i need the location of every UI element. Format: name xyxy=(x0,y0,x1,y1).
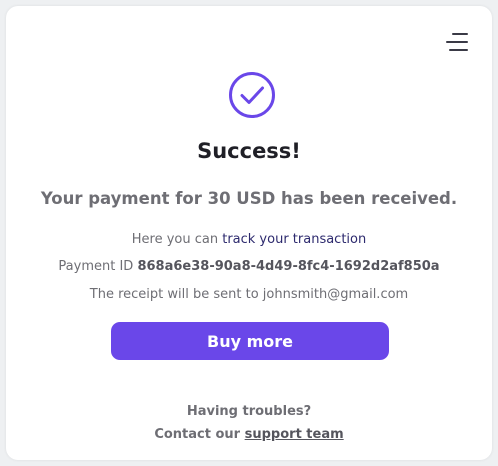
payment-id-value: 868a6e38-90a8-4d49-8fc4-1692d2af850a xyxy=(137,259,440,274)
having-troubles-text: Having troubles? xyxy=(186,404,312,419)
check-circle-icon xyxy=(229,72,275,118)
contact-prefix-text: Contact our xyxy=(154,427,245,442)
contact-support-line: Contact our support team xyxy=(6,427,492,442)
track-prefix-text: Here you can xyxy=(131,232,223,247)
support-team-link[interactable]: support team xyxy=(245,427,344,442)
payment-id-label: Payment ID xyxy=(58,259,138,274)
menu-button[interactable] xyxy=(446,30,468,54)
success-title: Success! xyxy=(197,139,301,163)
payment-success-card: Success! Your payment for 30 USD has bee… xyxy=(6,6,492,460)
receipt-info: The receipt will be sent to johnsmith@gm… xyxy=(89,287,409,302)
track-transaction-line: Here you can track your transaction xyxy=(6,232,492,247)
payment-id-line: Payment ID 868a6e38-90a8-4d49-8fc4-1692d… xyxy=(6,259,492,274)
menu-icon-line xyxy=(449,49,468,51)
track-transaction-link[interactable]: track your transaction xyxy=(222,232,366,247)
menu-icon-line xyxy=(452,33,468,35)
payment-received-message: Your payment for 30 USD has been receive… xyxy=(40,189,458,208)
menu-icon-line xyxy=(446,41,468,43)
buy-more-button[interactable]: Buy more xyxy=(111,322,389,360)
